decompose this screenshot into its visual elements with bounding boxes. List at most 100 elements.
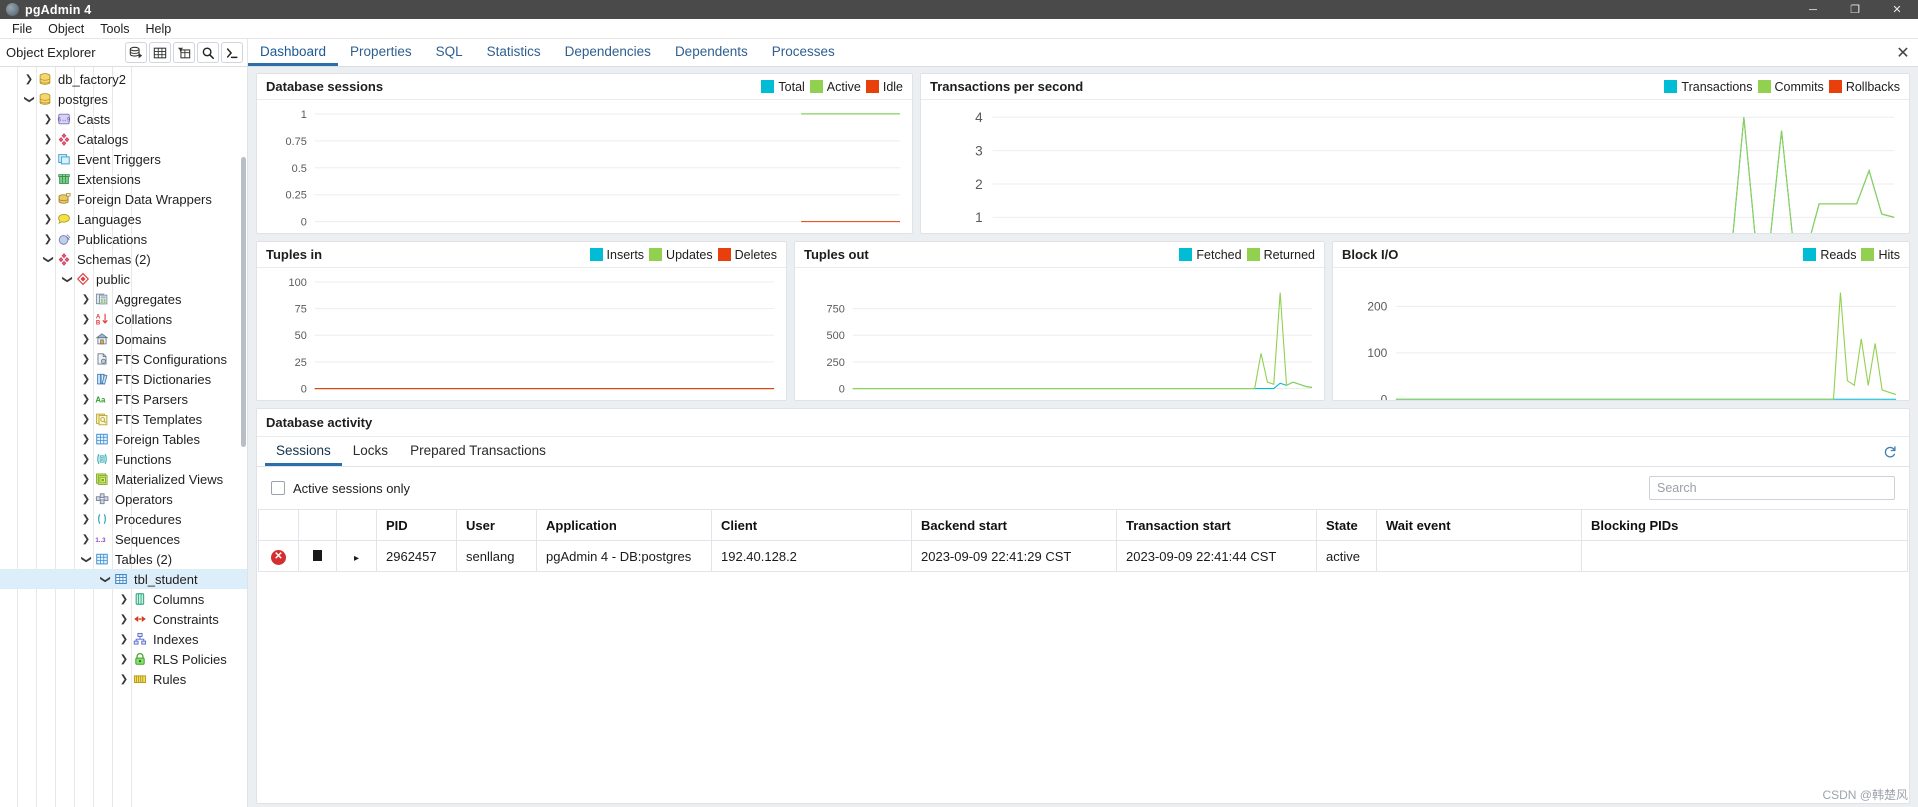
object-tree[interactable]: ❯ db_factory2 ❯ postgres ❯ 6↔9 Casts ❯ Catalogs ❯… (0, 67, 247, 689)
tree-item-domains[interactable]: ❯ Domains (0, 329, 247, 349)
chevron-right-icon[interactable]: ▸ (354, 553, 359, 564)
chevron-right-icon[interactable]: ❯ (79, 534, 93, 545)
stop-square-icon[interactable] (313, 549, 322, 561)
col-state[interactable]: State (1316, 509, 1377, 541)
active-sessions-only-checkbox-wrap[interactable]: Active sessions only (271, 481, 410, 496)
tree-item-tables-2[interactable]: ❯ Tables (2) (0, 549, 247, 569)
tree-item-operators[interactable]: ❯ Operators (0, 489, 247, 509)
row-details-cell[interactable]: ▸ (336, 540, 377, 572)
tree-item-event-triggers[interactable]: ❯ Event Triggers (0, 149, 247, 169)
chevron-down-icon[interactable]: ❯ (100, 572, 111, 586)
col-details[interactable] (336, 509, 377, 541)
tab-statistics[interactable]: Statistics (475, 39, 553, 66)
tree-item-db-factory2[interactable]: ❯ db_factory2 (0, 69, 247, 89)
tree-item-foreign-data-wrappers[interactable]: ❯ Foreign Data Wrappers (0, 189, 247, 209)
filtered-rows-icon[interactable] (173, 42, 195, 63)
chevron-right-icon[interactable]: ❯ (79, 514, 93, 525)
tab-dependents[interactable]: Dependents (663, 39, 760, 66)
col-user[interactable]: User (456, 509, 537, 541)
chevron-right-icon[interactable]: ❯ (79, 294, 93, 305)
col-application[interactable]: Application (536, 509, 712, 541)
chevron-down-icon[interactable]: ❯ (24, 92, 35, 106)
tree-item-schemas-2[interactable]: ❯ Schemas (2) (0, 249, 247, 269)
col-pid[interactable]: PID (376, 509, 457, 541)
col-backend-start[interactable]: Backend start (911, 509, 1117, 541)
maximize-button[interactable]: ❐ (1834, 0, 1876, 19)
chevron-right-icon[interactable]: ❯ (79, 414, 93, 425)
chevron-right-icon[interactable]: ❯ (41, 154, 55, 165)
tree-item-fts-parsers[interactable]: ❯ Aa FTS Parsers (0, 389, 247, 409)
col-transaction-start[interactable]: Transaction start (1116, 509, 1317, 541)
tree-item-functions[interactable]: ❯ Functions (0, 449, 247, 469)
chevron-right-icon[interactable]: ❯ (117, 674, 131, 685)
tree-item-catalogs[interactable]: ❯ Catalogs (0, 129, 247, 149)
tab-sql[interactable]: SQL (424, 39, 475, 66)
tree-item-casts[interactable]: ❯ 6↔9 Casts (0, 109, 247, 129)
menu-help[interactable]: Help (137, 19, 179, 39)
chevron-right-icon[interactable]: ❯ (79, 474, 93, 485)
tree-item-constraints[interactable]: ❯ Constraints (0, 609, 247, 629)
tree-item-tbl-student[interactable]: ❯ tbl_student (0, 569, 247, 589)
chevron-down-icon[interactable]: ❯ (81, 552, 92, 566)
tree-item-rls-policies[interactable]: ❯ RLS Policies (0, 649, 247, 669)
chevron-right-icon[interactable]: ❯ (79, 354, 93, 365)
menu-object[interactable]: Object (40, 19, 92, 39)
terminate-session-cell[interactable]: ✕ (258, 540, 299, 572)
search-input[interactable] (1649, 476, 1895, 500)
chevron-down-icon[interactable]: ❯ (43, 252, 54, 266)
chevron-right-icon[interactable]: ❯ (79, 434, 93, 445)
chevron-right-icon[interactable]: ❯ (79, 454, 93, 465)
cancel-query-cell[interactable] (298, 540, 337, 572)
chevron-down-icon[interactable]: ❯ (62, 272, 73, 286)
activity-tab-locks[interactable]: Locks (342, 437, 399, 466)
chevron-right-icon[interactable]: ❯ (79, 394, 93, 405)
tree-item-publications[interactable]: ❯ Publications (0, 229, 247, 249)
tab-dependencies[interactable]: Dependencies (553, 39, 663, 66)
activity-tab-prepared-transactions[interactable]: Prepared Transactions (399, 437, 557, 466)
chevron-right-icon[interactable]: ❯ (41, 194, 55, 205)
col-client[interactable]: Client (711, 509, 912, 541)
active-sessions-only-checkbox[interactable] (271, 481, 285, 495)
terminate-session-icon[interactable]: ✕ (271, 549, 286, 565)
tree-item-materialized-views[interactable]: ❯ Materialized Views (0, 469, 247, 489)
col-wait-event[interactable]: Wait event (1376, 509, 1582, 541)
tree-item-postgres[interactable]: ❯ postgres (0, 89, 247, 109)
tree-item-fts-dictionaries[interactable]: ❯ FTS Dictionaries (0, 369, 247, 389)
menu-tools[interactable]: Tools (92, 19, 137, 39)
chevron-right-icon[interactable]: ❯ (41, 134, 55, 145)
tree-item-collations[interactable]: ❯ A B Collations (0, 309, 247, 329)
tab-properties[interactable]: Properties (338, 39, 424, 66)
chevron-right-icon[interactable]: ❯ (79, 314, 93, 325)
tree-item-indexes[interactable]: ❯ Indexes (0, 629, 247, 649)
chevron-right-icon[interactable]: ❯ (22, 74, 36, 85)
tree-item-rules[interactable]: ❯ Rules (0, 669, 247, 689)
tab-processes[interactable]: Processes (760, 39, 847, 66)
activity-tab-sessions[interactable]: Sessions (265, 437, 342, 466)
chevron-right-icon[interactable]: ❯ (79, 334, 93, 345)
sessions-grid-wrap[interactable]: PID User Application Client Backend star… (257, 509, 1909, 803)
object-explorer-panel[interactable]: ❯ db_factory2 ❯ postgres ❯ 6↔9 Casts ❯ Catalogs ❯… (0, 67, 248, 807)
col-cancel[interactable] (298, 509, 337, 541)
chevron-right-icon[interactable]: ❯ (41, 174, 55, 185)
refresh-icon[interactable] (1873, 437, 1907, 466)
query-tool-icon[interactable] (221, 42, 243, 63)
minimize-button[interactable]: ─ (1792, 0, 1834, 19)
sidebar-scrollbar[interactable] (241, 157, 246, 447)
col-terminate[interactable] (258, 509, 299, 541)
view-data-grid-icon[interactable] (149, 42, 171, 63)
tree-item-procedures[interactable]: ❯ Procedures (0, 509, 247, 529)
chevron-right-icon[interactable]: ❯ (117, 634, 131, 645)
add-server-icon[interactable] (125, 42, 147, 63)
tree-item-public[interactable]: ❯ public (0, 269, 247, 289)
menu-file[interactable]: File (4, 19, 40, 39)
tree-item-foreign-tables[interactable]: ❯ Foreign Tables (0, 429, 247, 449)
col-blocking-pids[interactable]: Blocking PIDs (1581, 509, 1908, 541)
search-icon[interactable] (197, 42, 219, 63)
tree-item-fts-configurations[interactable]: ❯ FTS Configurations (0, 349, 247, 369)
tree-item-extensions[interactable]: ❯ Extensions (0, 169, 247, 189)
chevron-right-icon[interactable]: ❯ (41, 214, 55, 225)
tree-item-sequences[interactable]: ❯ 1..3 Sequences (0, 529, 247, 549)
close-window-button[interactable]: ✕ (1876, 0, 1918, 19)
chevron-right-icon[interactable]: ❯ (117, 614, 131, 625)
table-row[interactable]: ✕ ▸ 2962457 senllang pgAdmin 4 - DB:post… (258, 540, 1908, 572)
